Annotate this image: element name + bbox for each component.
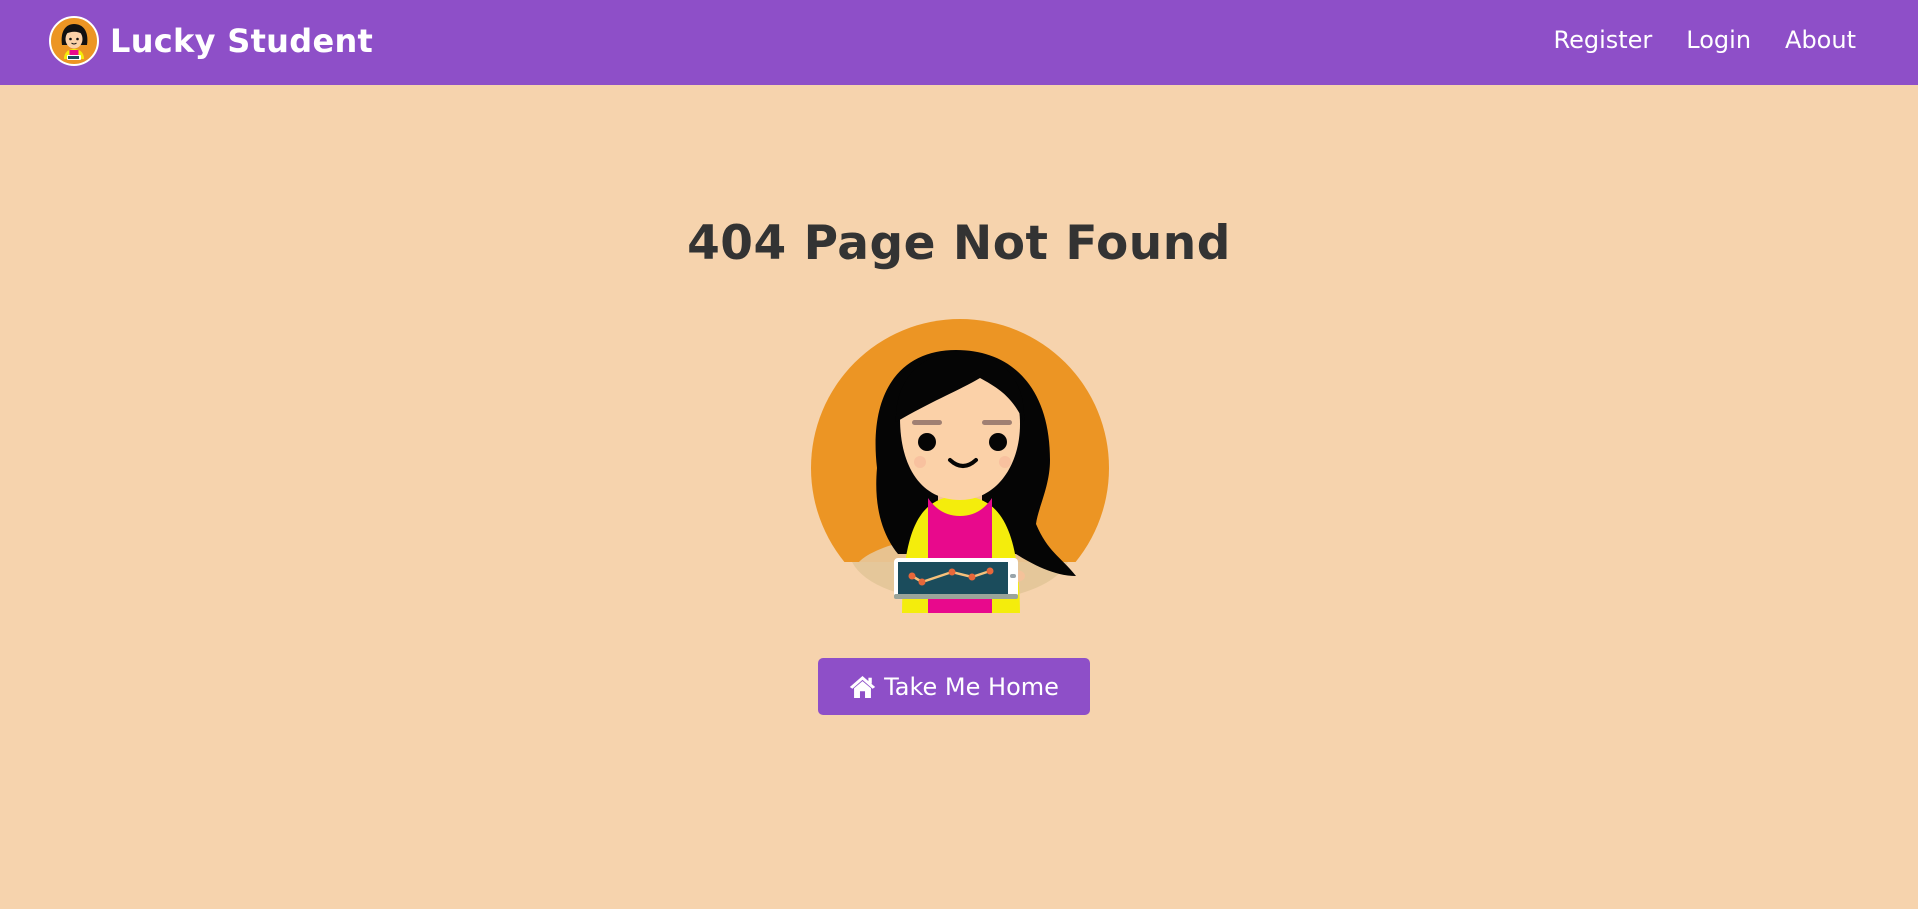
home-icon: [849, 675, 876, 698]
navbar: Lucky Student Register Login About: [0, 0, 1918, 85]
brand-name: Lucky Student: [110, 22, 374, 60]
student-avatar-illustration: [810, 319, 1110, 613]
take-me-home-button[interactable]: Take Me Home: [818, 658, 1090, 715]
brand-link[interactable]: Lucky Student: [49, 15, 373, 67]
nav-link-login[interactable]: Login: [1686, 26, 1751, 54]
page-title: 404 Page Not Found: [687, 216, 1231, 271]
nav-menu: Register Login About: [1553, 0, 1856, 80]
nav-link-register[interactable]: Register: [1553, 26, 1652, 54]
brand-logo-icon: [49, 16, 99, 66]
take-me-home-label: Take Me Home: [884, 672, 1059, 701]
nav-link-about[interactable]: About: [1785, 26, 1856, 54]
